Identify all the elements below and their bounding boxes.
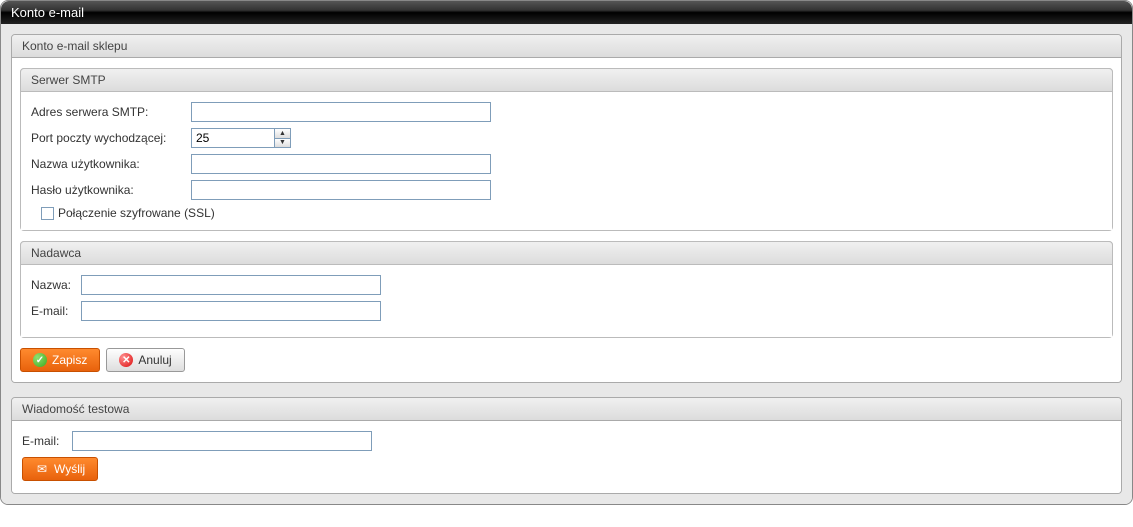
send-button[interactable]: ✉ Wyślij <box>22 457 98 481</box>
save-button-label: Zapisz <box>52 353 87 367</box>
ssl-checkbox-label: Połączenie szyfrowane (SSL) <box>58 206 215 220</box>
send-row: ✉ Wyślij <box>22 457 1111 481</box>
test-email-input[interactable] <box>72 431 372 451</box>
smtp-user-input[interactable] <box>191 154 491 174</box>
test-email-row: E-mail: <box>22 431 1111 451</box>
smtp-pass-row: Hasło użytkownika: <box>31 180 1102 200</box>
window-titlebar: Konto e-mail <box>1 1 1132 24</box>
cancel-button-label: Anuluj <box>138 353 171 367</box>
sender-name-input[interactable] <box>81 275 381 295</box>
smtp-pass-input[interactable] <box>191 180 491 200</box>
smtp-user-row: Nazwa użytkownika: <box>31 154 1102 174</box>
cancel-circle-icon: ✕ <box>119 353 133 367</box>
port-step-up-button[interactable]: ▲ <box>275 129 290 139</box>
sender-legend-text: Nadawca <box>31 246 81 260</box>
test-email-label: E-mail: <box>22 434 72 448</box>
test-message-body: E-mail: ✉ Wyślij <box>12 421 1121 493</box>
check-circle-icon: ✓ <box>33 353 47 367</box>
smtp-body: Adres serwera SMTP: Port poczty wychodzą… <box>21 92 1112 230</box>
store-email-panel-title: Konto e-mail sklepu <box>22 39 127 53</box>
sender-email-label: E-mail: <box>31 304 81 318</box>
ssl-checkbox[interactable] <box>41 207 54 220</box>
store-email-panel: Konto e-mail sklepu Serwer SMTP Adres se… <box>11 34 1122 383</box>
cancel-button[interactable]: ✕ Anuluj <box>106 348 184 372</box>
smtp-server-label: Adres serwera SMTP: <box>31 105 191 119</box>
smtp-legend-text: Serwer SMTP <box>31 73 106 87</box>
smtp-port-label: Port poczty wychodzącej: <box>31 131 191 145</box>
smtp-server-input[interactable] <box>191 102 491 122</box>
port-step-down-button[interactable]: ▼ <box>275 139 290 148</box>
sender-email-row: E-mail: <box>31 301 1102 321</box>
sender-legend: Nadawca <box>20 241 1113 265</box>
window-title: Konto e-mail <box>11 5 84 20</box>
save-cancel-row: ✓ Zapisz ✕ Anuluj <box>20 348 1113 372</box>
smtp-fieldset: Serwer SMTP Adres serwera SMTP: Port poc… <box>20 68 1113 231</box>
save-button[interactable]: ✓ Zapisz <box>20 348 100 372</box>
email-account-window: Konto e-mail Konto e-mail sklepu Serwer … <box>0 0 1133 505</box>
window-body: Konto e-mail sklepu Serwer SMTP Adres se… <box>1 24 1132 504</box>
smtp-ssl-row: Połączenie szyfrowane (SSL) <box>41 206 1102 220</box>
test-message-title: Wiadomość testowa <box>22 402 129 416</box>
store-email-panel-header: Konto e-mail sklepu <box>12 35 1121 58</box>
send-icon: ✉ <box>35 462 49 476</box>
smtp-port-stepper[interactable]: ▲ ▼ <box>191 128 291 148</box>
smtp-user-label: Nazwa użytkownika: <box>31 157 191 171</box>
sender-body: Nazwa: E-mail: <box>21 265 1112 337</box>
send-button-label: Wyślij <box>54 462 85 476</box>
sender-name-row: Nazwa: <box>31 275 1102 295</box>
sender-email-input[interactable] <box>81 301 381 321</box>
smtp-server-row: Adres serwera SMTP: <box>31 102 1102 122</box>
sender-name-label: Nazwa: <box>31 278 81 292</box>
smtp-pass-label: Hasło użytkownika: <box>31 183 191 197</box>
sender-fieldset: Nadawca Nazwa: E-mail: <box>20 241 1113 338</box>
smtp-port-spinner-buttons: ▲ ▼ <box>274 129 290 147</box>
test-message-panel: Wiadomość testowa E-mail: ✉ Wyślij <box>11 397 1122 494</box>
smtp-port-input[interactable] <box>192 129 274 147</box>
smtp-legend: Serwer SMTP <box>20 68 1113 92</box>
store-email-panel-body: Serwer SMTP Adres serwera SMTP: Port poc… <box>12 58 1121 382</box>
test-message-header: Wiadomość testowa <box>12 398 1121 421</box>
smtp-port-row: Port poczty wychodzącej: ▲ ▼ <box>31 128 1102 148</box>
